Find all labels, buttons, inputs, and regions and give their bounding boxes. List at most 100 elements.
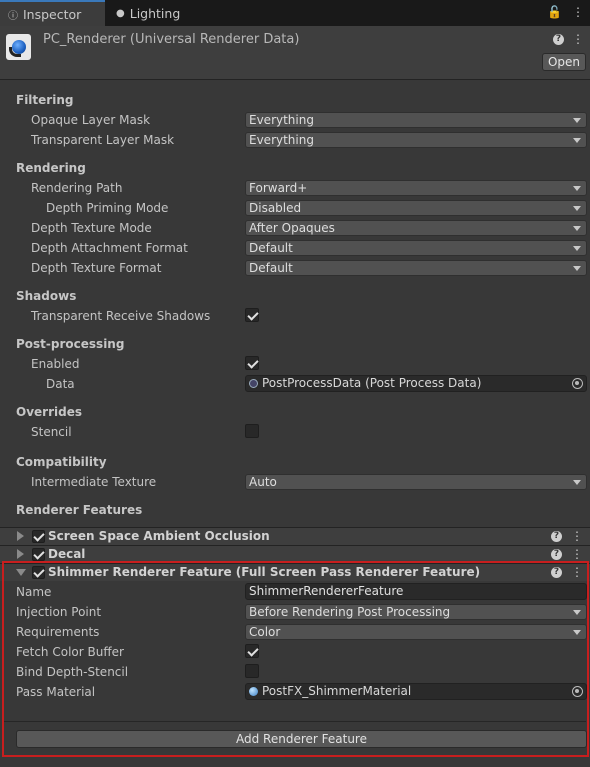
bind-depth-stencil-checkbox[interactable] [245,664,259,678]
feature-name-input[interactable]: ShimmerRendererFeature [245,583,587,600]
intermediate-texture-dropdown[interactable]: Auto [245,474,587,490]
feature-name: Screen Space Ambient Occlusion [48,529,270,543]
help-icon[interactable]: ? [551,531,562,542]
feature-header-ssao[interactable]: Screen Space Ambient Occlusion ? ⋮ [0,527,590,545]
foldout-arrow-icon[interactable] [17,549,24,559]
feature-name: Shimmer Renderer Feature (Full Screen Pa… [48,565,481,579]
tab-bar: ⓘ Inspector ● Lighting 🔓 ⋮ [0,0,590,26]
stencil-label: Stencil [31,425,72,439]
feature-name-label: Name [16,585,52,599]
transparent-receive-shadows-checkbox[interactable] [245,308,259,322]
dropdown-arrow-icon [573,138,581,143]
inspector-header: PC_Renderer (Universal Renderer Data) ? … [0,26,590,80]
injection-point-dropdown[interactable]: Before Rendering Post Processing [245,604,587,620]
dropdown-arrow-icon [573,118,581,123]
header-tools: ? ⋮ [553,32,584,46]
depth-texture-mode-value: After Opaques [249,221,335,235]
fetch-color-buffer-checkbox[interactable] [245,644,259,658]
add-renderer-feature-button[interactable]: Add Renderer Feature [16,730,587,748]
dropdown-arrow-icon [573,246,581,251]
postprocessing-data-value: PostProcessData (Post Process Data) [262,376,482,390]
transparent-layer-mask-dropdown[interactable]: Everything [245,132,587,148]
depth-texture-format-dropdown[interactable]: Default [245,260,587,276]
dropdown-arrow-icon [573,480,581,485]
postprocessing-data-label: Data [46,377,75,391]
dropdown-arrow-icon [573,206,581,211]
shadows-heading: Shadows [16,289,77,303]
material-sphere-icon [249,687,258,696]
object-picker-icon[interactable] [572,686,583,697]
postprocessing-enabled-checkbox[interactable] [245,356,259,370]
depth-texture-mode-label: Depth Texture Mode [31,221,152,235]
postprocessing-enabled-label: Enabled [31,357,80,371]
more-menu-icon[interactable]: ⋮ [572,5,584,19]
object-picker-icon[interactable] [572,378,583,389]
more-menu-icon[interactable]: ⋮ [571,547,583,561]
depth-priming-mode-label: Depth Priming Mode [46,201,169,215]
asset-title: PC_Renderer (Universal Renderer Data) [43,32,300,47]
rendering-heading: Rendering [16,161,86,175]
depth-texture-format-label: Depth Texture Format [31,261,162,275]
opaque-layer-mask-dropdown[interactable]: Everything [245,112,587,128]
injection-point-value: Before Rendering Post Processing [249,605,451,619]
intermediate-texture-label: Intermediate Texture [31,475,157,489]
postprocessing-data-field[interactable]: PostProcessData (Post Process Data) [245,375,587,392]
tab-inspector-label: Inspector [23,6,82,22]
filtering-heading: Filtering [16,93,74,107]
feature-header-decal[interactable]: Decal ? ⋮ [0,545,590,563]
pass-material-value: PostFX_ShimmerMaterial [262,684,412,698]
transparent-receive-shadows-label: Transparent Receive Shadows [31,309,211,323]
asset-cube-icon [249,379,258,388]
compatibility-heading: Compatibility [16,455,107,469]
tab-lighting-label: Lighting [129,5,181,21]
depth-attachment-format-label: Depth Attachment Format [31,241,188,255]
pass-material-label: Pass Material [16,685,96,699]
depth-priming-mode-dropdown[interactable]: Disabled [245,200,587,216]
feature-name: Decal [48,547,86,561]
rendering-path-value: Forward+ [249,181,308,195]
tab-inspector[interactable]: ⓘ Inspector [0,0,105,26]
transparent-layer-mask-label: Transparent Layer Mask [31,133,175,147]
presets-icon[interactable]: ⋮ [572,32,584,46]
feature-enabled-checkbox[interactable] [32,530,45,543]
open-button[interactable]: Open [542,53,586,71]
lock-icon[interactable]: 🔓 [547,5,562,19]
depth-attachment-format-value: Default [249,241,293,255]
requirements-value: Color [249,625,281,639]
dropdown-arrow-icon [573,186,581,191]
more-menu-icon[interactable]: ⋮ [571,529,583,543]
tab-lighting[interactable]: ● Lighting [108,0,198,26]
dropdown-arrow-icon [573,630,581,635]
info-icon: ⓘ [8,10,18,22]
depth-texture-mode-dropdown[interactable]: After Opaques [245,220,587,236]
depth-attachment-format-dropdown[interactable]: Default [245,240,587,256]
depth-priming-mode-value: Disabled [249,201,302,215]
feature-enabled-checkbox[interactable] [32,548,45,561]
postprocessing-heading: Post-processing [16,337,125,351]
tabbar-tools: 🔓 ⋮ [547,5,584,19]
intermediate-texture-value: Auto [249,475,277,489]
requirements-dropdown[interactable]: Color [245,624,587,640]
help-icon[interactable]: ? [551,549,562,560]
bulb-icon: ● [116,7,125,19]
foldout-arrow-icon[interactable] [16,569,26,576]
foldout-arrow-icon[interactable] [17,531,24,541]
stencil-checkbox[interactable] [245,424,259,438]
bind-depth-stencil-label: Bind Depth-Stencil [16,665,129,679]
more-menu-icon[interactable]: ⋮ [571,565,583,579]
divider [4,721,586,722]
fetch-color-buffer-label: Fetch Color Buffer [16,645,124,659]
overrides-heading: Overrides [16,405,82,419]
depth-texture-format-value: Default [249,261,293,275]
opaque-layer-mask-value: Everything [249,113,314,127]
rendering-path-dropdown[interactable]: Forward+ [245,180,587,196]
pass-material-field[interactable]: PostFX_ShimmerMaterial [245,683,587,700]
transparent-layer-mask-value: Everything [249,133,314,147]
feature-header-shimmer[interactable]: Shimmer Renderer Feature (Full Screen Pa… [0,563,590,581]
feature-enabled-checkbox[interactable] [32,566,45,579]
injection-point-label: Injection Point [16,605,102,619]
requirements-label: Requirements [16,625,100,639]
help-icon[interactable]: ? [553,34,564,45]
help-icon[interactable]: ? [551,567,562,578]
dropdown-arrow-icon [573,226,581,231]
